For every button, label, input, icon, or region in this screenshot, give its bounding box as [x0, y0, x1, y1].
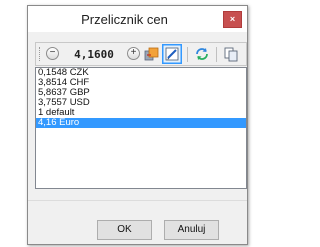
edit-icon[interactable] — [162, 44, 182, 64]
dialog-title: Przelicznik cen — [81, 12, 168, 27]
toolbar: − 4,1600 + — [35, 42, 247, 66]
transfer-icon[interactable] — [144, 46, 160, 62]
title-bar[interactable]: Przelicznik cen × — [28, 6, 247, 32]
cancel-button[interactable]: Anuluj — [164, 220, 219, 240]
toolbar-separator — [216, 47, 217, 62]
increment-button[interactable]: + — [127, 47, 140, 60]
close-button[interactable]: × — [223, 11, 242, 28]
toolbar-grip[interactable] — [39, 47, 42, 61]
exchange-rate-value[interactable]: 4,1600 — [64, 48, 124, 61]
refresh-icon[interactable] — [194, 46, 210, 62]
toolbar-separator — [187, 47, 188, 62]
footer-divider — [28, 200, 247, 201]
decrement-button[interactable]: − — [46, 47, 59, 60]
currency-list-item-selected[interactable]: 4,16 Euro — [36, 118, 246, 128]
ok-button[interactable]: OK — [97, 220, 152, 240]
currency-list[interactable]: 0,1548 CZK 3,8514 CHF 5,8637 GBP 3,7557 … — [35, 67, 247, 189]
copy-icon[interactable] — [223, 46, 239, 62]
currency-converter-dialog: Przelicznik cen × − 4,1600 + 0,1548 CZK … — [27, 5, 248, 245]
